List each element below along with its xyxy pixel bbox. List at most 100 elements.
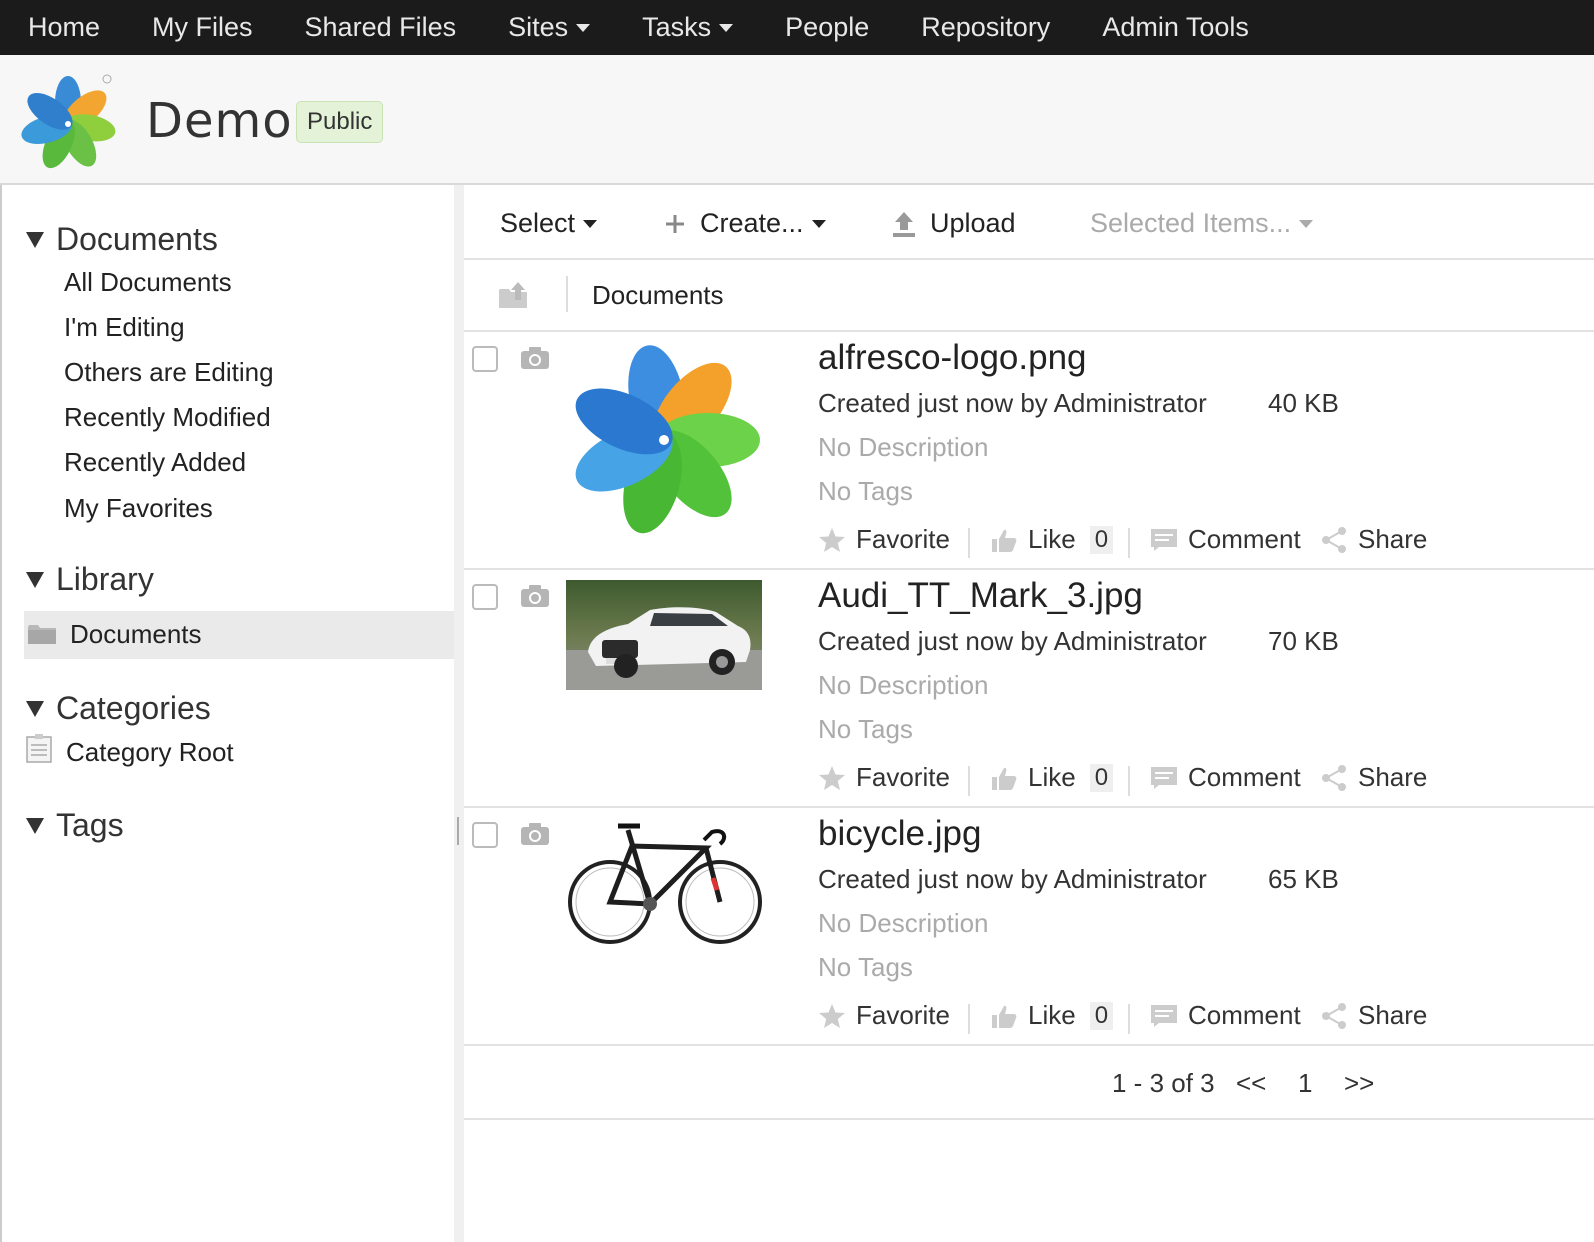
star-icon <box>819 765 845 790</box>
breadcrumb: Documents <box>464 260 1594 332</box>
create-menu-button[interactable]: Create... <box>664 208 826 239</box>
folder-icon <box>28 625 56 644</box>
file-name-link[interactable]: Audi_TT_Mark_3.jpg <box>818 576 1143 616</box>
tags-section-toggle[interactable]: Tags <box>26 807 124 844</box>
comment-button[interactable]: Comment <box>1150 762 1301 793</box>
star-icon <box>819 527 845 552</box>
file-created-meta: Created just now by Administrator <box>818 864 1207 894</box>
table-row: alfresco-logo.png Created just now by Ad… <box>464 332 1594 570</box>
like-button[interactable]: Like 0 <box>990 1000 1114 1031</box>
share-button[interactable]: Share <box>1320 762 1427 793</box>
favorite-button[interactable]: Favorite <box>818 1000 950 1031</box>
favorite-label: Favorite <box>856 1000 950 1030</box>
favorite-button[interactable]: Favorite <box>818 762 950 793</box>
chevron-down-icon <box>811 219 826 228</box>
category-icon <box>26 734 52 763</box>
comment-label: Comment <box>1188 1000 1301 1030</box>
comment-button[interactable]: Comment <box>1150 1000 1301 1031</box>
select-menu-button[interactable]: Select <box>500 208 598 239</box>
row-select-checkbox[interactable] <box>472 584 498 610</box>
comment-icon <box>1151 528 1177 551</box>
camera-icon <box>521 347 549 369</box>
file-thumbnail[interactable] <box>566 580 762 690</box>
file-thumbnail[interactable] <box>566 342 762 538</box>
sidebar-item-my-favorites[interactable]: My Favorites <box>64 493 213 524</box>
chevron-down-icon <box>583 219 598 228</box>
share-label: Share <box>1358 1000 1428 1030</box>
file-actions: Favorite Like 0 Comment Share <box>818 762 1518 798</box>
nav-shared-files[interactable]: Shared Files <box>279 0 483 55</box>
camera-icon <box>521 585 549 607</box>
nav-people[interactable]: People <box>759 0 895 55</box>
nav-repository-label: Repository <box>921 12 1051 42</box>
chevron-down-icon <box>719 23 734 32</box>
nav-home-label: Home <box>28 12 101 42</box>
pagination-bar: 1 - 3 of 3 << 1 >> <box>464 1046 1594 1120</box>
sidebar-item-others-editing[interactable]: Others are Editing <box>64 357 274 388</box>
nav-admin-tools[interactable]: Admin Tools <box>1076 0 1275 55</box>
share-button[interactable]: Share <box>1320 524 1427 555</box>
documents-section-toggle[interactable]: Documents <box>26 221 218 258</box>
like-button[interactable]: Like 0 <box>990 762 1114 793</box>
selected-items-menu-button[interactable]: Selected Items... <box>1090 208 1314 239</box>
resize-grip <box>457 817 459 845</box>
plus-icon <box>666 214 684 233</box>
sidebar-item-recently-added[interactable]: Recently Added <box>64 447 246 478</box>
sidebar-item-library-documents[interactable]: Documents <box>24 611 456 659</box>
file-tags: No Tags <box>818 952 913 982</box>
like-label: Like <box>1028 762 1076 792</box>
favorite-button[interactable]: Favorite <box>818 524 950 555</box>
thumbs-up-icon <box>992 1005 1017 1028</box>
like-count: 0 <box>1089 1001 1114 1030</box>
action-divider <box>968 766 970 796</box>
file-thumbnail[interactable] <box>566 818 762 948</box>
pagination-page-1[interactable]: 1 <box>1298 1068 1312 1099</box>
triangle-down-icon <box>26 700 44 717</box>
categories-section-toggle[interactable]: Categories <box>26 690 211 727</box>
folder-up-icon[interactable] <box>498 280 528 310</box>
row-select-checkbox[interactable] <box>472 346 498 372</box>
pagination-range: 1 - 3 of 3 <box>1112 1068 1215 1098</box>
upload-button[interactable]: Upload <box>890 208 1016 239</box>
nav-repository[interactable]: Repository <box>895 0 1076 55</box>
file-name-link[interactable]: bicycle.jpg <box>818 814 981 854</box>
table-row: bicycle.jpg Created just now by Administ… <box>464 808 1594 1046</box>
file-created-meta: Created just now by Administrator <box>818 626 1207 656</box>
action-divider <box>1128 528 1130 558</box>
nav-my-files[interactable]: My Files <box>126 0 279 55</box>
triangle-down-icon <box>26 817 44 834</box>
like-label: Like <box>1028 524 1076 554</box>
nav-sites[interactable]: Sites <box>482 0 616 55</box>
nav-tasks[interactable]: Tasks <box>616 0 759 55</box>
favorite-label: Favorite <box>856 762 950 792</box>
action-divider <box>1128 766 1130 796</box>
file-description: No Description <box>818 670 989 700</box>
file-name-link[interactable]: alfresco-logo.png <box>818 338 1087 378</box>
top-nav-bar: Home My Files Shared Files Sites Tasks P… <box>0 0 1594 55</box>
sidebar-resize-handle[interactable] <box>454 185 464 1242</box>
visibility-badge: Public <box>296 101 384 143</box>
sidebar-item-library-documents-label: Documents <box>70 619 202 649</box>
pagination-prev-link[interactable]: << <box>1236 1068 1266 1099</box>
site-header: Demo Public <box>0 55 1594 185</box>
sidebar-item-recently-modified[interactable]: Recently Modified <box>64 402 271 433</box>
nav-shared-files-label: Shared Files <box>304 12 457 42</box>
star-icon <box>819 1003 845 1028</box>
sidebar-item-im-editing[interactable]: I'm Editing <box>64 312 185 343</box>
like-label: Like <box>1028 1000 1076 1030</box>
library-section-heading: Library <box>56 561 154 597</box>
comment-button[interactable]: Comment <box>1150 524 1301 555</box>
like-button[interactable]: Like 0 <box>990 524 1114 555</box>
file-size: 65 KB <box>1268 864 1339 894</box>
row-select-checkbox[interactable] <box>472 822 498 848</box>
sidebar-item-all-documents[interactable]: All Documents <box>64 267 232 298</box>
sidebar-item-category-root[interactable]: Category Root <box>66 737 234 768</box>
pagination-next-link[interactable]: >> <box>1344 1068 1374 1099</box>
nav-home[interactable]: Home <box>0 0 126 55</box>
share-button[interactable]: Share <box>1320 1000 1427 1031</box>
file-description: No Description <box>818 432 989 462</box>
thumbs-up-icon <box>992 529 1017 552</box>
share-icon <box>1322 764 1346 791</box>
sidebar: Documents All Documents I'm Editing Othe… <box>0 185 456 1242</box>
library-section-toggle[interactable]: Library <box>26 561 154 598</box>
